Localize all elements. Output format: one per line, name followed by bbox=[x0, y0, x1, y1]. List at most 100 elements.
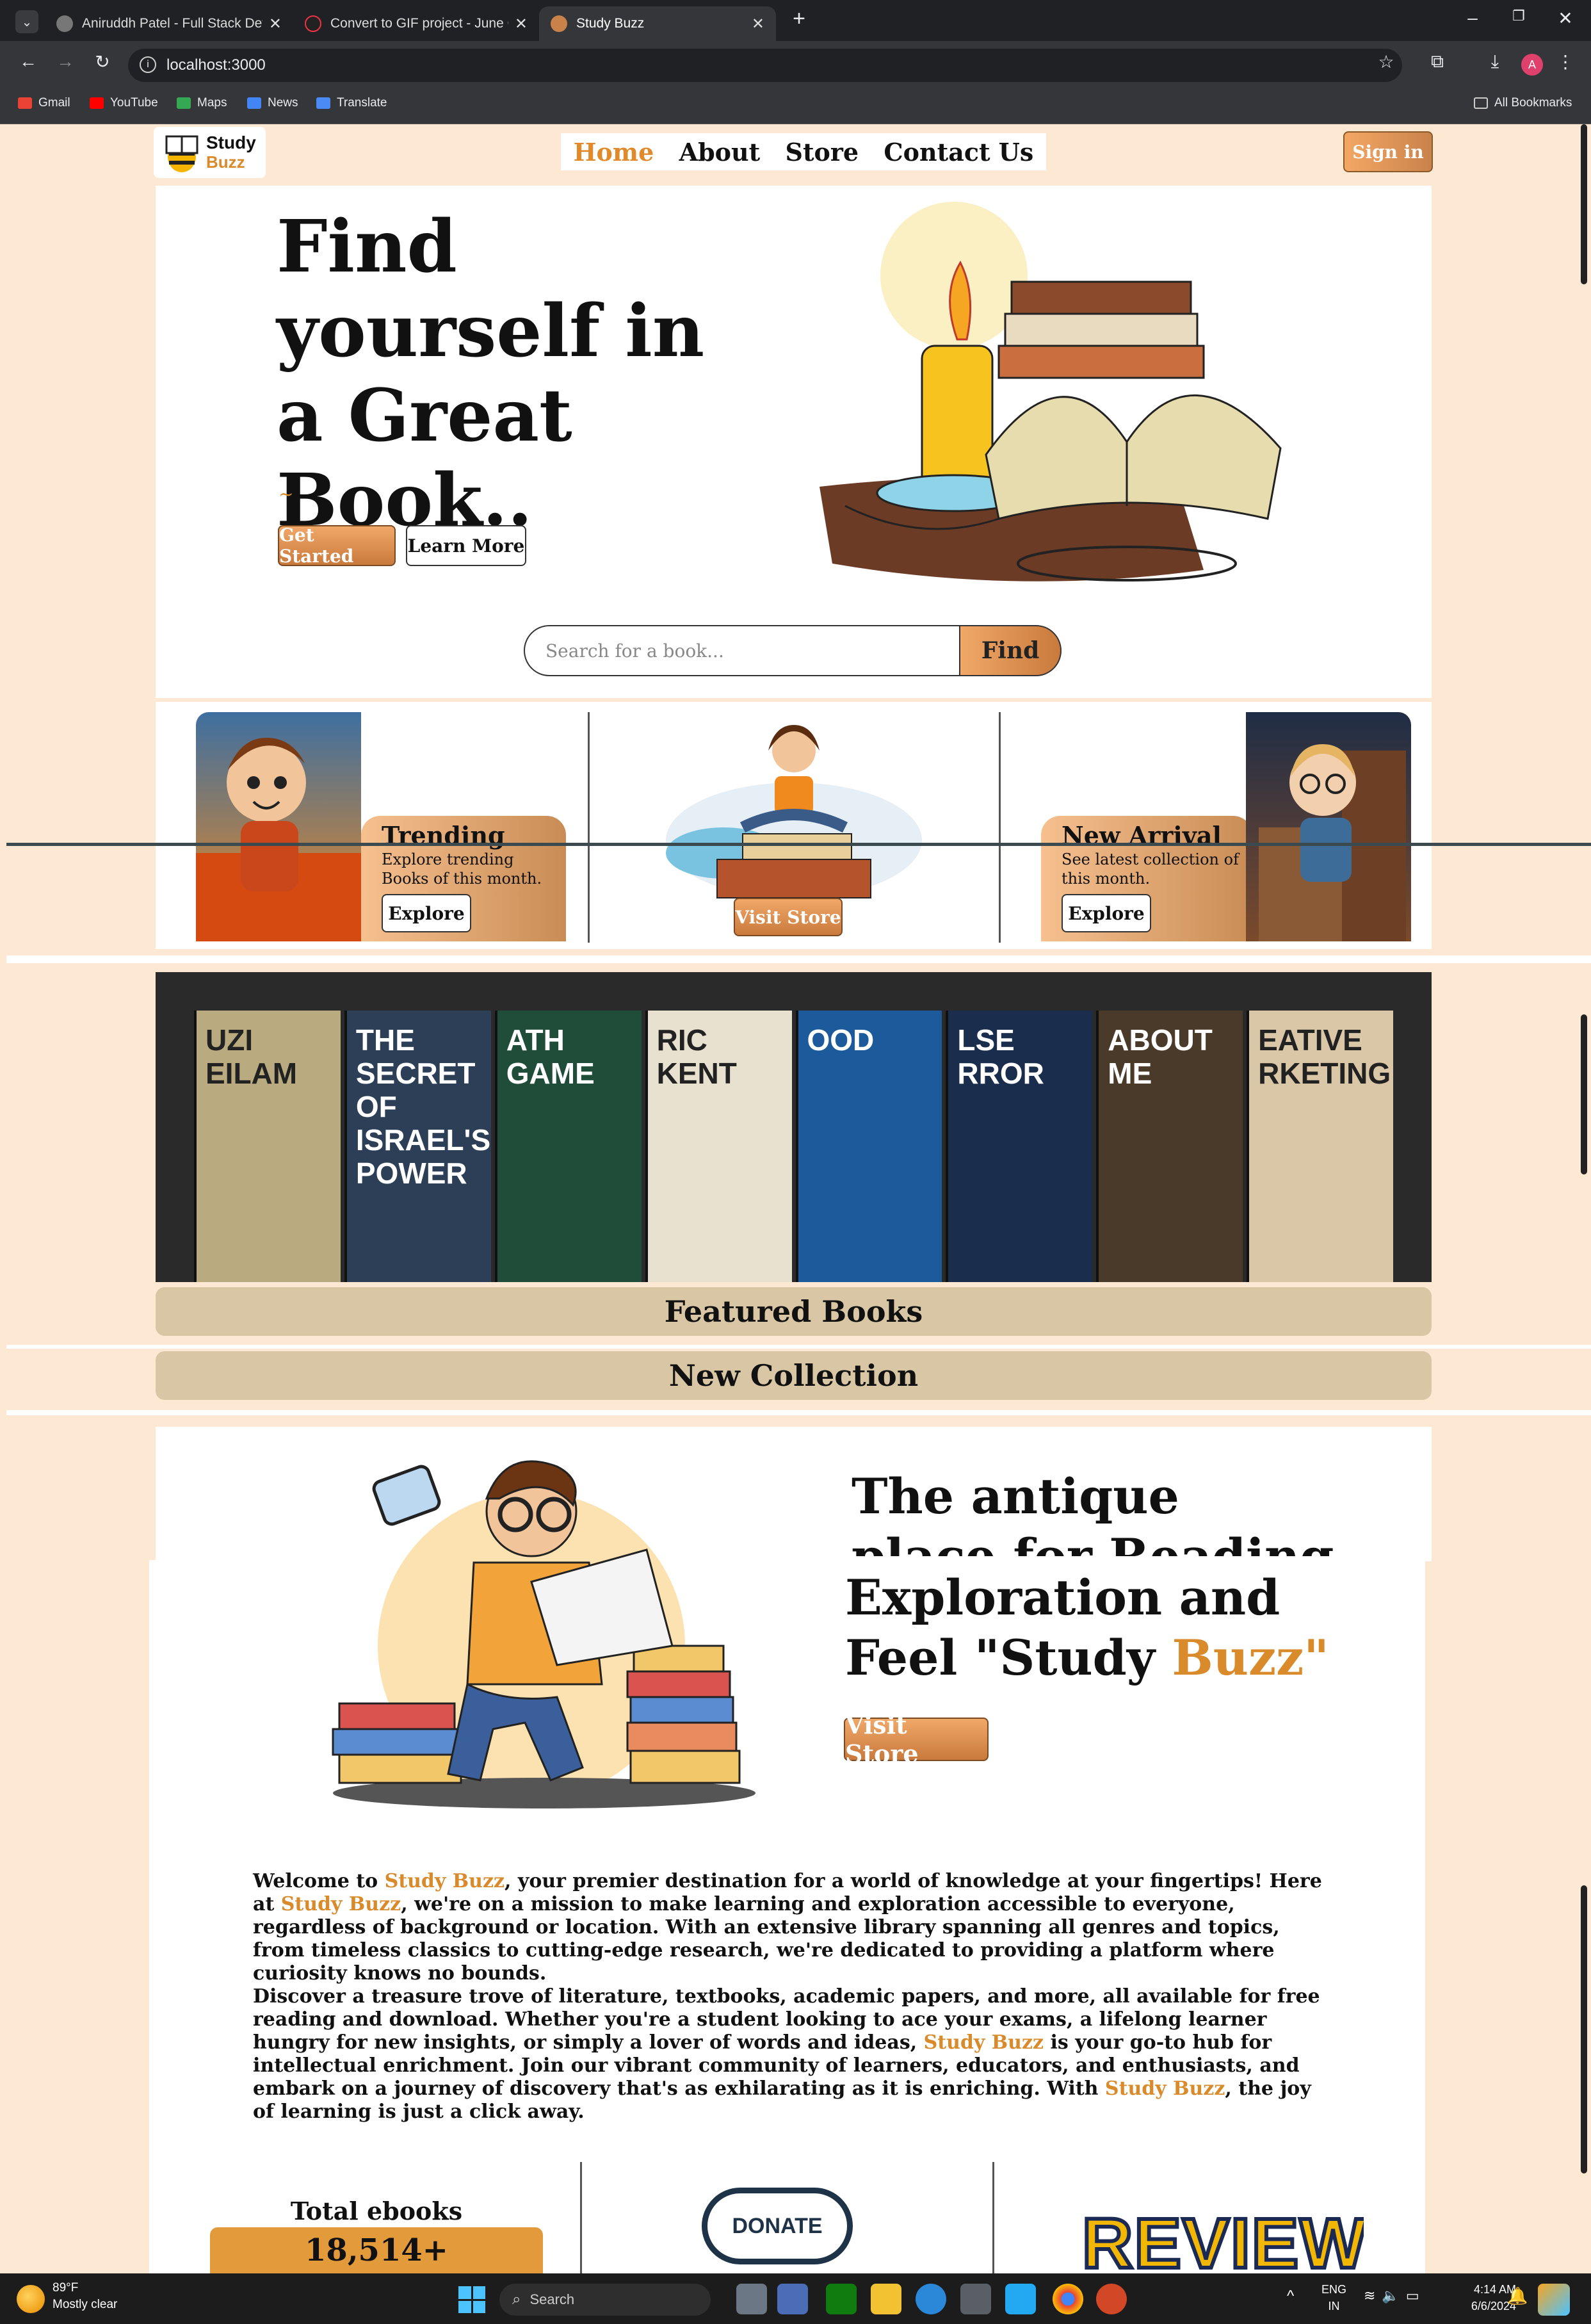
xbox-icon[interactable] bbox=[826, 2284, 857, 2314]
weather-widget[interactable]: 89°F Mostly clear bbox=[52, 2280, 117, 2313]
new-collection-heading[interactable]: New Collection bbox=[156, 1351, 1432, 1400]
bookmarks-bar bbox=[0, 88, 1591, 124]
reader-man-illustration bbox=[332, 1460, 755, 1808]
book-search-input[interactable]: Search for a book... bbox=[524, 625, 959, 676]
bookmark-star-icon[interactable]: ☆ bbox=[1373, 51, 1399, 72]
close-tab-icon[interactable]: ✕ bbox=[269, 15, 282, 33]
boy-character-image bbox=[196, 738, 361, 941]
vscode-icon[interactable] bbox=[1005, 2284, 1036, 2314]
divider bbox=[992, 2162, 994, 2273]
address-bar[interactable]: i localhost:3000 bbox=[128, 49, 1402, 82]
trending-desc: Explore trending Books of this month. bbox=[382, 850, 542, 888]
book-cover[interactable]: EATIVE RKETING bbox=[1247, 1011, 1393, 1282]
tab-aniruddh[interactable]: Aniruddh Patel - Full Stack Dev ✕ bbox=[45, 6, 293, 41]
profile-avatar[interactable]: A bbox=[1521, 54, 1543, 76]
app-icon[interactable] bbox=[960, 2284, 991, 2314]
close-window-icon[interactable]: ✕ bbox=[1553, 8, 1578, 29]
file-explorer-icon[interactable] bbox=[871, 2284, 901, 2314]
extensions-icon[interactable]: ⧉ bbox=[1425, 51, 1450, 72]
chrome-icon[interactable] bbox=[1053, 2284, 1083, 2314]
taskbar-search[interactable]: ⌕ Search bbox=[499, 2284, 711, 2316]
book-cover[interactable]: ATH GAME bbox=[494, 1011, 642, 1282]
system-tray-icons[interactable]: ≋🔈▭ bbox=[1364, 2287, 1426, 2304]
girl-reading-illustration bbox=[666, 725, 922, 898]
nav-about[interactable]: About bbox=[679, 138, 761, 167]
visit-store-card-button[interactable]: Visit Store bbox=[734, 898, 843, 936]
translate-icon bbox=[316, 97, 330, 109]
news-icon bbox=[247, 97, 261, 109]
signin-button[interactable]: Sign in bbox=[1343, 131, 1433, 172]
divider bbox=[580, 2162, 582, 2273]
about-paragraph-1: Welcome to Study Buzz, your premier dest… bbox=[253, 1870, 1322, 1985]
download-icon[interactable]: ⤓ bbox=[1482, 51, 1508, 72]
new-tab-icon[interactable]: + bbox=[786, 6, 812, 31]
all-bookmarks[interactable]: All Bookmarks bbox=[1474, 96, 1572, 110]
minimize-icon[interactable]: – bbox=[1460, 8, 1485, 28]
girl-on-books-image bbox=[1259, 744, 1406, 941]
restore-icon[interactable]: ❐ bbox=[1506, 8, 1531, 24]
globe-icon bbox=[56, 15, 73, 32]
book-cover[interactable]: ABOUT ME bbox=[1096, 1011, 1243, 1282]
site-logo[interactable]: Study Buzz bbox=[154, 127, 266, 178]
visit-store-button[interactable]: Visit Store bbox=[844, 1710, 989, 1768]
teams-icon[interactable] bbox=[777, 2284, 808, 2314]
featured-books-heading[interactable]: Featured Books bbox=[156, 1287, 1432, 1336]
book-cover[interactable]: RIC KENT bbox=[645, 1011, 792, 1282]
book-cover[interactable]: LSE RROR bbox=[946, 1011, 1093, 1282]
trending-explore-button[interactable]: Explore bbox=[382, 894, 471, 932]
task-view-icon[interactable] bbox=[736, 2284, 767, 2314]
powerpoint-icon[interactable] bbox=[1096, 2284, 1127, 2314]
notification-bell-icon[interactable]: 🔔 bbox=[1507, 2286, 1528, 2306]
bookmark-gmail[interactable]: Gmail bbox=[18, 96, 70, 110]
close-tab-icon[interactable]: ✕ bbox=[515, 15, 528, 33]
bookmark-youtube[interactable]: YouTube bbox=[90, 96, 158, 110]
capture-seam bbox=[6, 843, 1591, 846]
maps-icon bbox=[177, 97, 191, 109]
divider bbox=[588, 712, 590, 943]
nav-home[interactable]: Home bbox=[574, 138, 654, 167]
find-button[interactable]: Find bbox=[959, 625, 1062, 676]
copilot-icon[interactable] bbox=[1538, 2284, 1570, 2316]
page-scrollbar[interactable] bbox=[1577, 124, 1591, 2270]
close-tab-icon[interactable]: ✕ bbox=[752, 15, 764, 33]
gmail-icon bbox=[18, 97, 32, 109]
main-nav: Home About Store Contact Us bbox=[561, 133, 1046, 170]
trending-image bbox=[196, 712, 361, 941]
nav-store[interactable]: Store bbox=[786, 138, 859, 167]
folder-icon bbox=[1474, 97, 1488, 109]
about-paragraph-2: Discover a treasure trove of literature,… bbox=[253, 1985, 1320, 2123]
show-hidden-icons[interactable]: ^ bbox=[1287, 2287, 1294, 2305]
section-gap bbox=[6, 955, 1591, 963]
book-cover[interactable]: UZI EILAM bbox=[194, 1011, 341, 1282]
back-icon[interactable]: ← bbox=[17, 51, 40, 72]
book-cover[interactable]: THE SECRET OF ISRAEL'S POWER bbox=[344, 1011, 491, 1282]
bookmark-news[interactable]: News bbox=[247, 96, 298, 110]
tab-study-buzz[interactable]: Study Buzz ✕ bbox=[539, 6, 776, 41]
edge-icon[interactable] bbox=[916, 2284, 946, 2314]
get-started-button[interactable]: Get Started bbox=[278, 524, 396, 567]
hero-title: Find yourself in a Great Book.. bbox=[277, 205, 705, 542]
tab-search-icon[interactable]: ⌄ bbox=[15, 10, 38, 33]
site-info-icon[interactable]: i bbox=[140, 56, 156, 73]
youtube-icon bbox=[90, 97, 104, 109]
bookmark-maps[interactable]: Maps bbox=[177, 96, 227, 110]
donate-badge[interactable]: DONATE bbox=[702, 2188, 853, 2264]
clock[interactable]: 4:14 AM 6/6/2024 bbox=[1446, 2281, 1516, 2314]
weather-icon[interactable] bbox=[17, 2285, 45, 2313]
reload-icon[interactable]: ↻ bbox=[91, 51, 114, 72]
forward-icon[interactable]: → bbox=[54, 51, 77, 72]
new-arrival-explore-button[interactable]: Explore bbox=[1062, 894, 1151, 932]
new-arrival-image bbox=[1246, 712, 1411, 941]
language-indicator[interactable]: ENG IN bbox=[1321, 2281, 1346, 2314]
nav-contact[interactable]: Contact Us bbox=[884, 138, 1033, 167]
bee-book-icon bbox=[165, 135, 198, 172]
book-cover[interactable]: OOD bbox=[795, 1011, 942, 1282]
bookmark-translate[interactable]: Translate bbox=[316, 96, 387, 110]
menu-icon[interactable]: ⋮ bbox=[1556, 51, 1575, 72]
review-badge[interactable]: REVIEW bbox=[1082, 2203, 1364, 2273]
learn-more-button[interactable]: Learn More bbox=[406, 525, 526, 566]
hero-books-illustration bbox=[820, 202, 1282, 581]
windows-start-icon[interactable] bbox=[458, 2286, 485, 2313]
about-heading: Exploration and Feel "Study Buzz" bbox=[845, 1569, 1329, 1686]
tab-gif-project[interactable]: Convert to GIF project - June Or ✕ bbox=[293, 6, 539, 41]
